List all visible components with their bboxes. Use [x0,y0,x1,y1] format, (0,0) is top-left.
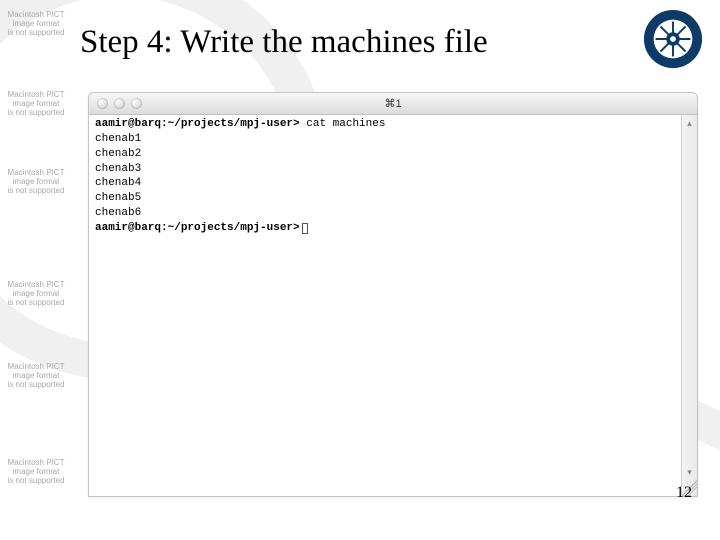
slide-title: Step 4: Write the machines file [80,24,488,61]
terminal-prompt: aamir@barq:~/projects/mpj-user> [95,118,300,130]
scroll-up-icon[interactable]: ▴ [682,115,697,131]
terminal-output-line: chenab3 [95,162,675,177]
close-icon[interactable] [97,98,108,109]
terminal-window: ⌘1 aamir@barq:~/projects/mpj-user> cat m… [88,92,698,497]
terminal-output-line: chenab6 [95,206,675,221]
pict-placeholder: Macintosh PICTimage formatis not support… [2,10,70,38]
terminal-output-line: chenab2 [95,147,675,162]
terminal-prompt-line: aamir@barq:~/projects/mpj-user> cat mach… [95,117,675,132]
traffic-lights [97,98,142,109]
pict-placeholder: Macintosh PICTimage formatis not support… [2,280,70,308]
terminal-body[interactable]: aamir@barq:~/projects/mpj-user> cat mach… [89,115,681,496]
terminal-output-line: chenab1 [95,132,675,147]
cursor-icon [302,223,308,234]
pict-placeholder: Macintosh PICTimage formatis not support… [2,458,70,486]
pict-placeholder: Macintosh PICTimage formatis not support… [2,90,70,118]
pict-placeholder: Macintosh PICTimage formatis not support… [2,362,70,390]
scroll-down-icon[interactable]: ▾ [682,464,697,480]
scrollbar[interactable]: ▴ ▾ [681,115,697,496]
page-number: 12 [676,484,692,502]
terminal-output-line: chenab5 [95,191,675,206]
terminal-title: ⌘1 [384,97,401,110]
zoom-icon[interactable] [131,98,142,109]
pict-placeholder: Macintosh PICTimage formatis not support… [2,168,70,196]
terminal-prompt-line: aamir@barq:~/projects/mpj-user> [95,221,675,236]
terminal-titlebar[interactable]: ⌘1 [89,93,697,115]
terminal-prompt: aamir@barq:~/projects/mpj-user> [95,222,300,234]
terminal-command: cat machines [300,118,386,130]
institution-logo [642,8,704,70]
minimize-icon[interactable] [114,98,125,109]
terminal-output-line: chenab4 [95,176,675,191]
